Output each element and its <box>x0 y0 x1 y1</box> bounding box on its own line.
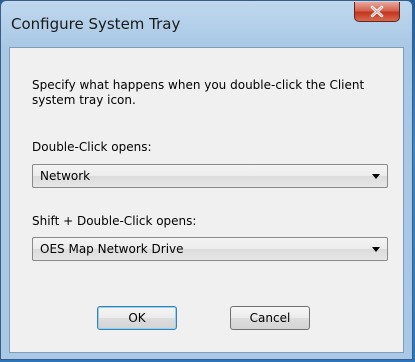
close-button[interactable] <box>354 2 400 22</box>
chevron-down-icon <box>372 174 380 179</box>
title-bar[interactable]: Configure System Tray <box>1 1 412 47</box>
window-title: Configure System Tray <box>11 15 181 33</box>
cancel-button[interactable]: Cancel <box>230 306 310 330</box>
double-click-dropdown[interactable]: Network <box>32 164 388 188</box>
chevron-down-icon <box>372 247 380 252</box>
ok-button[interactable]: OK <box>97 306 177 330</box>
shift-double-click-selected-value: OES Map Network Drive <box>40 242 184 256</box>
shift-double-click-label: Shift + Double-Click opens: <box>32 214 197 228</box>
double-click-label: Double-Click opens: <box>32 140 152 154</box>
double-click-selected-value: Network <box>40 169 91 183</box>
description-text: Specify what happens when you double-cli… <box>32 78 365 107</box>
close-icon <box>370 5 384 18</box>
shift-double-click-dropdown[interactable]: OES Map Network Drive <box>32 237 388 261</box>
